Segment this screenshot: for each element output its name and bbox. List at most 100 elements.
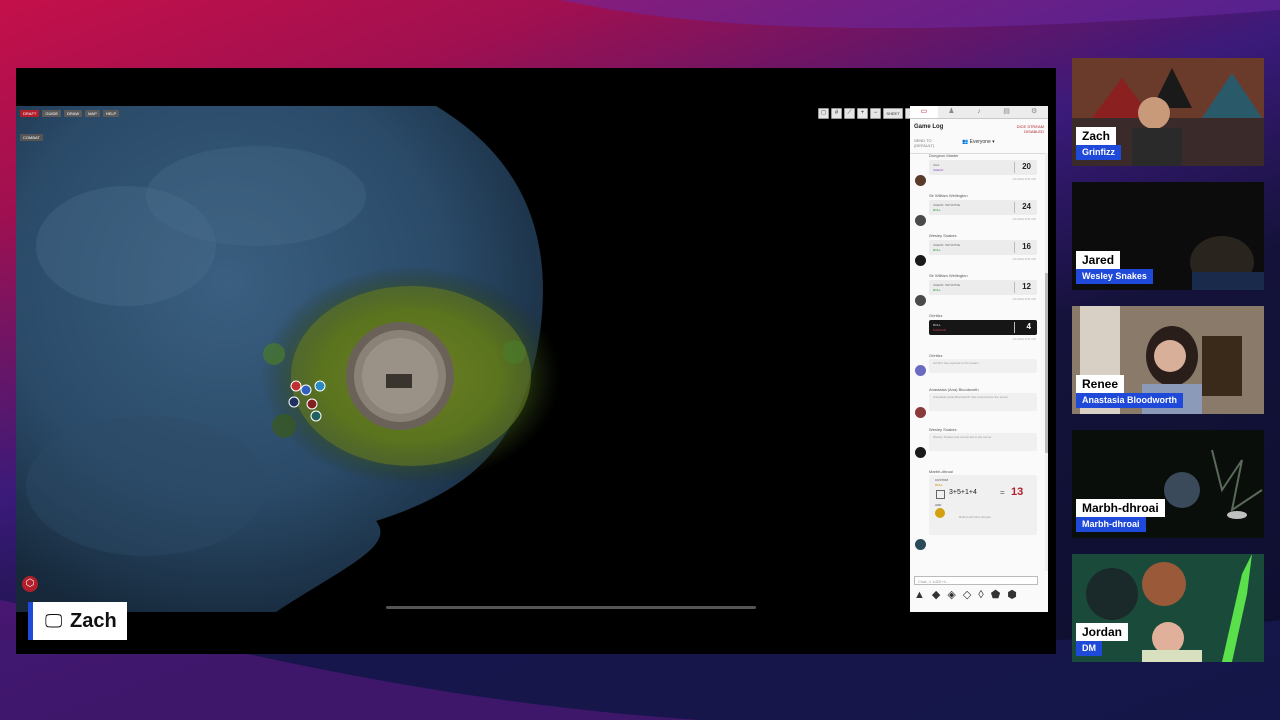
avatar xyxy=(915,295,926,306)
send-to-value: Everyone xyxy=(969,139,991,145)
toolbar-draft-button[interactable]: DRAFT xyxy=(20,110,40,117)
d20-icon[interactable]: ⬢ xyxy=(1007,589,1017,601)
roll-sublabel: ROLL xyxy=(935,483,943,487)
vtt-canvas[interactable]: DRAFT GUIDE DRAW MAP HELP COMBAT ◻ # ⟋ +… xyxy=(16,106,1056,612)
system-message: Wesley Snakes has connected to the serve… xyxy=(929,433,1037,451)
d100-icon[interactable]: ◊ xyxy=(978,589,983,601)
zoom-out-icon[interactable]: − xyxy=(870,108,881,119)
avatar xyxy=(915,175,926,186)
toolbar-help-button[interactable]: HELP xyxy=(102,110,120,117)
sound-icon[interactable]: ♪ xyxy=(965,106,993,118)
character-name: DM xyxy=(1076,641,1102,656)
token xyxy=(300,384,312,396)
map-scrollbar[interactable] xyxy=(386,606,756,609)
d8-icon[interactable]: ◈ xyxy=(947,589,955,601)
roll-card[interactable]: CHA CHECK 20 xyxy=(929,160,1037,175)
roll-result: 24 xyxy=(1022,202,1031,211)
log-entry-author: Wesley Snakes xyxy=(929,233,957,238)
log-entry-author: Wesley Snakes xyxy=(929,427,957,432)
dice-logo-icon[interactable]: ⬡ xyxy=(22,576,38,592)
toolbar-guide-button[interactable]: GUIDE xyxy=(42,110,62,117)
game-log-list[interactable]: Dungeon Master CHA CHECK 20 4/1/2024 8:3… xyxy=(910,153,1044,571)
sidebar-tabs: ▭ ♟ ♪ ▤ ⚙ xyxy=(910,106,1048,119)
roll-result: 12 xyxy=(1022,282,1031,291)
roll-result: 16 xyxy=(1022,242,1031,251)
presenter-name-tag: 🖵 Zach xyxy=(28,602,127,640)
token xyxy=(306,398,318,410)
log-entry-author: Grinfizz xyxy=(929,353,943,358)
webcam-tile: Zach Grinfizz xyxy=(1072,58,1264,166)
roll-subtype: CHECK xyxy=(933,168,944,172)
presenter-name: Zach xyxy=(70,610,117,632)
tower-stairs xyxy=(386,374,412,388)
d12-icon[interactable]: ⬟ xyxy=(991,589,1001,601)
roll-subtype: ROLL xyxy=(933,288,941,292)
roll-type: CHA xyxy=(933,163,940,167)
webcam-tile: Jared Wesley Snakes xyxy=(1072,182,1264,290)
roll-card-expanded[interactable]: CUSTOM ROLL 3+5+1+4 = 13 ADD Rolled with… xyxy=(929,475,1037,535)
character-name: Marbh-dhroai xyxy=(1076,517,1146,532)
battle-map[interactable] xyxy=(16,106,1056,612)
toolbar-draw-button[interactable]: DRAW xyxy=(64,110,83,117)
avatar xyxy=(915,215,926,226)
chat-icon[interactable]: ▭ xyxy=(910,106,938,118)
roll-card[interactable]: CHECK: INITIATIVE ROLL 16 xyxy=(929,240,1037,255)
d4-icon[interactable]: ▲ xyxy=(914,589,925,601)
settings-icon[interactable]: ⚙ xyxy=(1020,106,1048,118)
character-name: Anastasia Bloodworth xyxy=(1076,393,1184,408)
participant-name: Renee xyxy=(1076,375,1125,393)
roll-type: CHECK: INITIATIVE xyxy=(933,243,961,247)
webcam-tile: Marbh-dhroai Marbh-dhroai xyxy=(1072,430,1264,538)
map-toolbar: DRAFT GUIDE DRAW MAP HELP xyxy=(20,110,120,117)
webcam-tile: Renee Anastasia Bloodworth xyxy=(1072,306,1264,414)
coin-icon xyxy=(935,508,945,518)
toolbar-map-button[interactable]: MAP xyxy=(85,110,100,117)
grid-icon[interactable]: # xyxy=(831,108,842,119)
roll-subtype: DAMAGE xyxy=(933,328,947,332)
roll-add-label: ADD xyxy=(935,503,942,507)
equals-sign: = xyxy=(1000,488,1005,497)
d10-icon[interactable]: ◇ xyxy=(963,589,971,601)
dice-bar: ▲ ◆ ◈ ◇ ◊ ⬟ ⬢ xyxy=(914,589,1017,601)
timestamp: 4/1/2024 8:31 PM xyxy=(1012,337,1036,341)
chat-input[interactable]: Chat, /r 1d20+4... xyxy=(914,576,1038,585)
game-log-title: Game Log xyxy=(914,124,944,130)
roll-result: 4 xyxy=(1026,322,1031,331)
send-to-label: SEND TO (DEFAULT) xyxy=(914,138,935,148)
roll-subtype: ROLL xyxy=(933,248,941,252)
participant-name: Marbh-dhroai xyxy=(1076,499,1165,517)
combat-button[interactable]: COMBAT xyxy=(20,134,43,141)
view-icon[interactable]: ◻ xyxy=(818,108,829,119)
log-scrollbar[interactable] xyxy=(1045,153,1048,571)
roll-card[interactable]: ROLL DAMAGE 4 xyxy=(929,320,1037,335)
token xyxy=(314,380,326,392)
system-message: Anastasia (Ana) Bloodworth has connected… xyxy=(929,393,1037,411)
d6-icon[interactable]: ◆ xyxy=(932,589,940,601)
log-entry-author: Sir William Wellington xyxy=(929,273,968,278)
avatar xyxy=(915,255,926,266)
person-icon[interactable]: ♟ xyxy=(938,106,966,118)
timestamp: 4/1/2024 8:31 PM xyxy=(1012,297,1036,301)
monitor-icon: 🖵 xyxy=(45,611,63,631)
sheet-button[interactable]: SHEET xyxy=(883,108,903,119)
journal-icon[interactable]: ▤ xyxy=(993,106,1021,118)
roll-subtype: ROLL xyxy=(933,208,941,212)
zoom-icon[interactable]: + xyxy=(857,108,868,119)
webcam-tile: Jordan DM xyxy=(1072,554,1264,662)
ruler-icon[interactable]: ⟋ xyxy=(844,108,855,119)
game-log-header: Game Log DICE STREAM DISABLED SEND TO (D… xyxy=(910,119,1048,154)
log-entry-author: Anastasia (Ana) Bloodworth xyxy=(929,387,979,392)
log-entry-author: Marbh-dhroai xyxy=(929,469,953,474)
roll-note: Rolled with Dice Stream xyxy=(959,515,992,519)
roll-card[interactable]: CHECK: INITIATIVE ROLL 12 xyxy=(929,280,1037,295)
send-to-select[interactable]: 👥 Everyone ▾ xyxy=(962,139,995,145)
token xyxy=(288,396,300,408)
roll-card[interactable]: CHECK: INITIATIVE ROLL 24 xyxy=(929,200,1037,215)
timestamp: 4/1/2024 8:31 PM xyxy=(1012,177,1036,181)
roll-expression: 3+5+1+4 xyxy=(949,489,977,496)
log-entry-author: Dungeon Master xyxy=(929,153,959,158)
shared-screen: DRAFT GUIDE DRAW MAP HELP COMBAT ◻ # ⟋ +… xyxy=(16,68,1056,654)
roll-type: ROLL xyxy=(933,323,941,327)
roll-total: 13 xyxy=(1011,486,1024,498)
character-name: Wesley Snakes xyxy=(1076,269,1153,284)
